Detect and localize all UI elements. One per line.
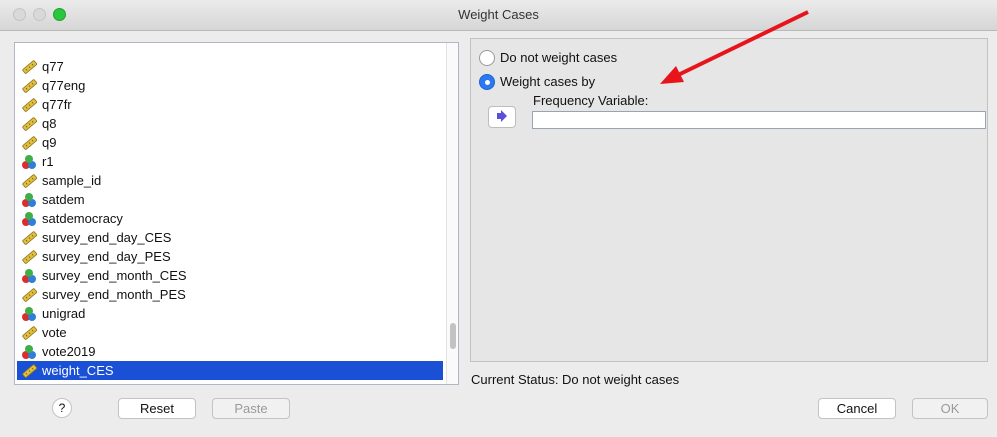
nominal-balls-icon (21, 306, 37, 322)
title-bar: Weight Cases (0, 0, 997, 31)
variable-item[interactable]: q9 (17, 133, 443, 152)
variable-name: survey_end_day_PES (42, 249, 171, 264)
variable-name: q77 (42, 59, 64, 74)
variable-item[interactable]: q77eng (17, 76, 443, 95)
scale-ruler-icon (21, 135, 38, 151)
nominal-balls-icon (21, 268, 37, 284)
weight-cases-by-radio[interactable] (479, 74, 495, 90)
variable-name: weight_CES (42, 363, 114, 378)
cancel-button[interactable]: Cancel (818, 398, 896, 419)
variable-item[interactable]: r1 (17, 152, 443, 171)
variable-name: q77fr (42, 97, 72, 112)
move-arrow-icon (497, 110, 507, 122)
variable-item[interactable]: sample_id (17, 171, 443, 190)
scale-ruler-icon (21, 325, 38, 341)
variable-name: satdem (42, 192, 85, 207)
variable-item[interactable]: survey_end_day_CES (17, 228, 443, 247)
window-title: Weight Cases (458, 7, 539, 22)
variable-name: survey_end_month_CES (42, 268, 187, 283)
variable-name: q77eng (42, 78, 86, 93)
help-button[interactable]: ? (52, 398, 72, 418)
ok-button[interactable]: OK (912, 398, 988, 419)
variable-name: survey_end_day_CES (42, 230, 172, 245)
scale-ruler-icon (21, 97, 38, 113)
variable-item[interactable]: weight_CES (17, 361, 443, 380)
nominal-balls-icon (21, 154, 37, 170)
variable-item[interactable]: survey_end_month_CES (17, 266, 443, 285)
variable-list[interactable]: q77 q77eng q77fr q8 q9 r1 sample_idsatdem satde… (14, 42, 459, 385)
scale-ruler-icon (21, 59, 38, 75)
frequency-variable-label: Frequency Variable: (533, 93, 649, 108)
variable-item[interactable]: vote (17, 323, 443, 342)
variable-name: q9 (42, 135, 57, 150)
do-not-weight-label[interactable]: Do not weight cases (500, 50, 617, 65)
scale-ruler-icon (21, 116, 38, 132)
scale-ruler-icon (21, 287, 38, 303)
variable-item[interactable]: q77 (17, 57, 443, 76)
scale-ruler-icon (21, 78, 38, 94)
nominal-balls-icon (21, 344, 37, 360)
variable-item[interactable]: q77fr (17, 95, 443, 114)
variable-name: survey_end_month_PES (42, 287, 186, 302)
variable-item[interactable]: vote2019 (17, 342, 443, 361)
variable-item[interactable]: unigrad (17, 304, 443, 323)
nominal-balls-icon (21, 192, 37, 208)
variable-item[interactable]: survey_end_month_PES (17, 285, 443, 304)
scale-ruler-icon (21, 249, 38, 265)
do-not-weight-radio[interactable] (479, 50, 495, 66)
nominal-balls-icon (21, 211, 37, 227)
variable-name: q8 (42, 116, 57, 131)
variable-item[interactable]: satdemocracy (17, 209, 443, 228)
scale-ruler-icon (21, 173, 38, 189)
variable-name: r1 (42, 154, 54, 169)
scale-ruler-icon (21, 230, 38, 246)
scrollbar-thumb[interactable] (450, 323, 456, 349)
variable-name: satdemocracy (42, 211, 123, 226)
paste-button[interactable]: Paste (212, 398, 290, 419)
variable-item[interactable]: survey_end_day_PES (17, 247, 443, 266)
reset-button[interactable]: Reset (118, 398, 196, 419)
variable-item[interactable]: q8 (17, 114, 443, 133)
variable-name: unigrad (42, 306, 86, 321)
variable-item[interactable]: satdem (17, 190, 443, 209)
current-status: Current Status: Do not weight cases (471, 372, 680, 387)
variable-name: vote2019 (42, 344, 96, 359)
frequency-variable-field[interactable] (532, 111, 986, 129)
weight-cases-by-label[interactable]: Weight cases by (500, 74, 595, 89)
scale-ruler-icon (21, 363, 38, 379)
variable-name: vote (42, 325, 67, 340)
variable-list-scrollbar[interactable] (446, 43, 458, 384)
move-variable-button[interactable] (488, 106, 516, 128)
variable-name: sample_id (42, 173, 102, 188)
